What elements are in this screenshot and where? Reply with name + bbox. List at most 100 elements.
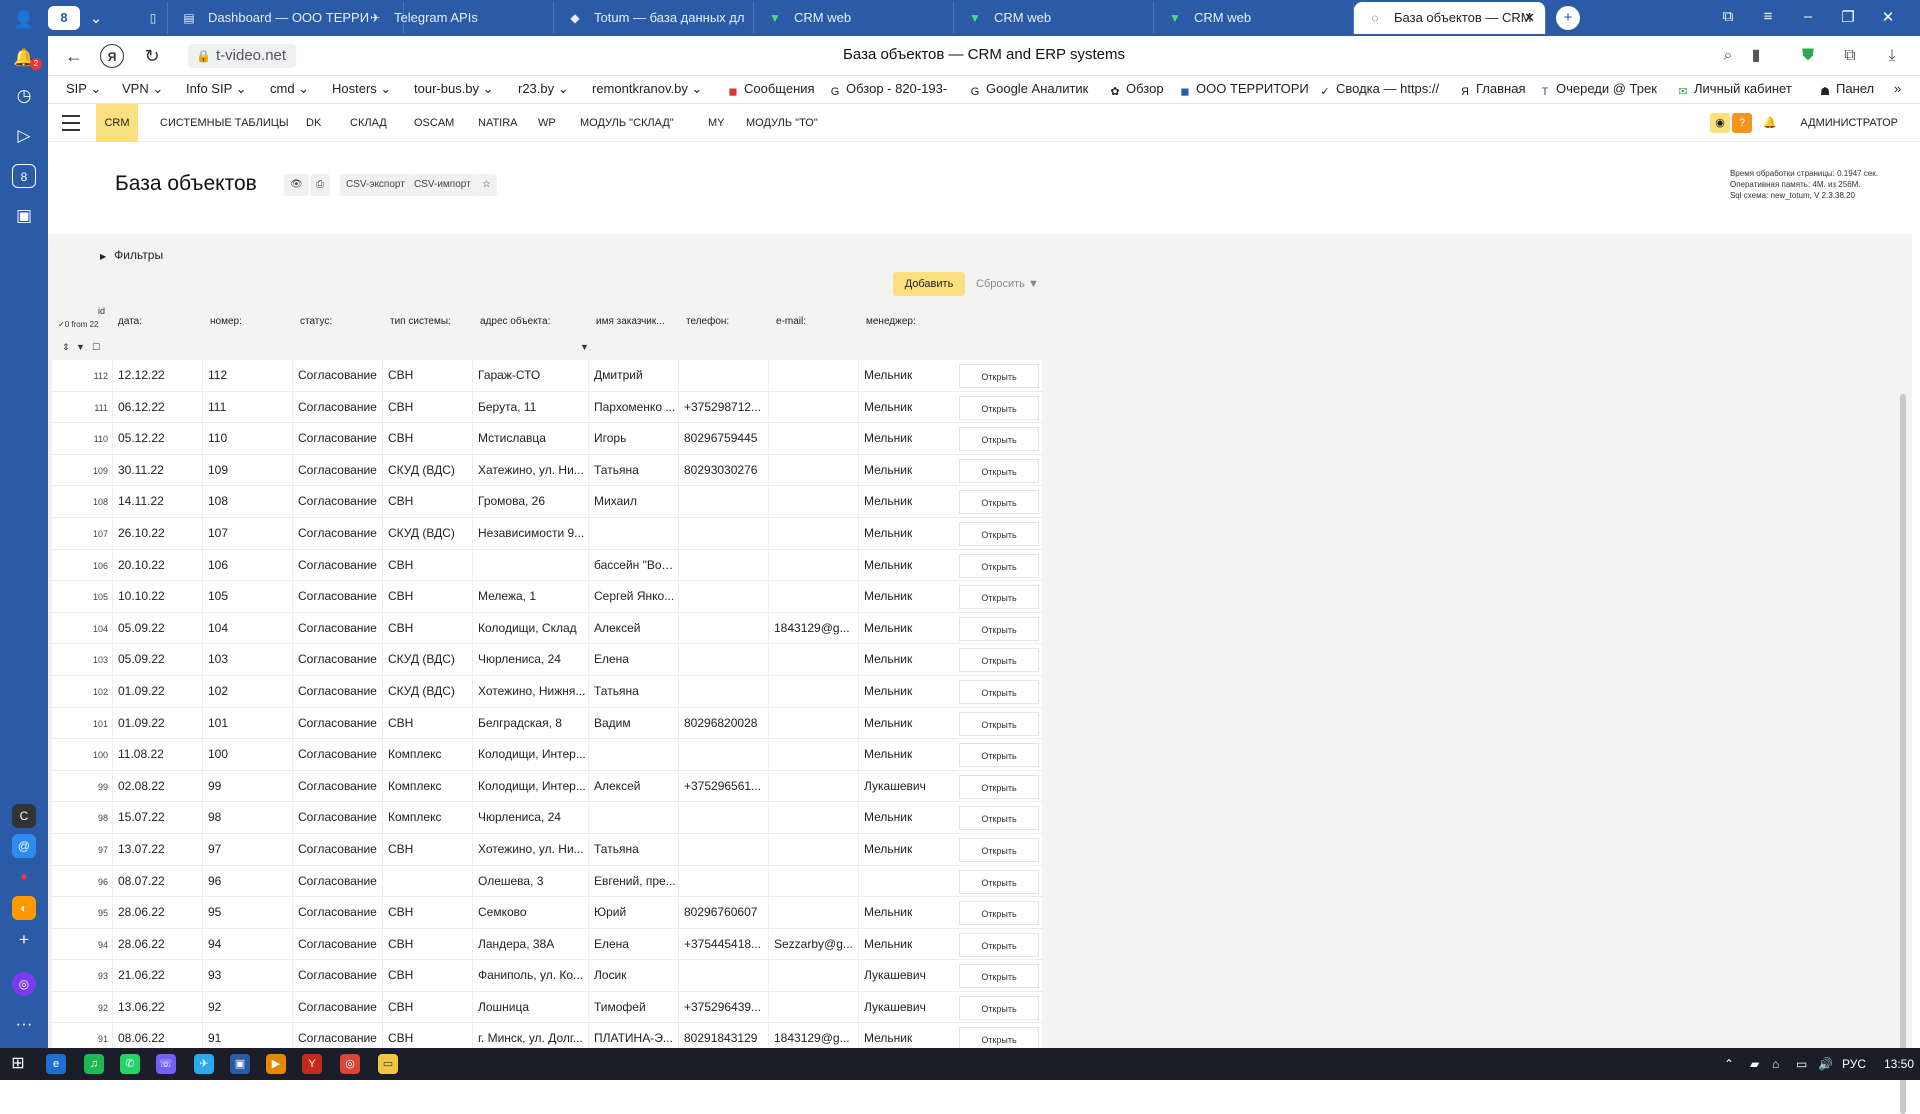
- cell-date[interactable]: 11.08.22: [112, 739, 202, 771]
- cell-status[interactable]: Согласование: [292, 486, 382, 518]
- cell-customer[interactable]: Дмитрий: [588, 360, 678, 391]
- mail-app-icon[interactable]: @: [12, 834, 36, 858]
- bookmark-link[interactable]: G Обзор - 820-193-: [828, 81, 947, 99]
- star-icon[interactable]: ☆: [476, 174, 497, 196]
- cell-email[interactable]: [768, 549, 858, 581]
- cell-date[interactable]: 12.12.22: [112, 360, 202, 391]
- cell-address[interactable]: Семково: [472, 897, 588, 929]
- cell-date[interactable]: 30.11.22: [112, 454, 202, 486]
- cell-number[interactable]: 104: [202, 612, 292, 644]
- open-button[interactable]: Открыть: [959, 395, 1039, 420]
- table-row[interactable]: 98 15.07.22 98 Согласование Комплекс Чюрленис…: [52, 802, 1042, 834]
- open-button[interactable]: Открыть: [959, 585, 1039, 610]
- volume-icon[interactable]: 🔊: [1818, 1048, 1833, 1080]
- yandex-icon[interactable]: Я: [100, 44, 124, 68]
- open-button[interactable]: Открыть: [959, 837, 1039, 862]
- add-button[interactable]: Добавить: [893, 272, 965, 296]
- extensions-icon[interactable]: ⧉: [1838, 44, 1862, 68]
- cell-number[interactable]: 107: [202, 517, 292, 549]
- screenshot-icon[interactable]: ▣: [12, 204, 36, 228]
- open-button[interactable]: Открыть: [959, 743, 1039, 768]
- language-indicator[interactable]: РУС: [1842, 1048, 1866, 1080]
- open-button[interactable]: Открыть: [959, 806, 1039, 831]
- cell-number[interactable]: 95: [202, 897, 292, 929]
- cell-system-type[interactable]: Комплекс: [382, 802, 472, 834]
- cell-manager[interactable]: Лукашевич: [858, 991, 948, 1023]
- cell-status[interactable]: Согласование: [292, 549, 382, 581]
- cell-status[interactable]: Согласование: [292, 423, 382, 455]
- open-button[interactable]: Открыть: [959, 995, 1039, 1020]
- menu-crm[interactable]: CRM: [96, 104, 138, 142]
- new-tab-button[interactable]: +: [1556, 6, 1580, 30]
- bookmark-link[interactable]: ◼ ООО ТЕРРИТОРИ: [1178, 81, 1308, 99]
- cell-number[interactable]: 100: [202, 739, 292, 771]
- cell-status[interactable]: Согласование: [292, 833, 382, 865]
- selection-counter[interactable]: ✓0 from 22: [58, 320, 99, 329]
- table-row[interactable]: 96 08.07.22 96 Согласование Олешева, 3 Евгени…: [52, 865, 1042, 898]
- clock[interactable]: 13:50: [1884, 1048, 1914, 1080]
- table-row[interactable]: 95 28.06.22 95 Согласование СВН Семково Юрий 80…: [52, 897, 1042, 929]
- menu-module-to[interactable]: МОДУЛЬ "ТО": [738, 104, 826, 142]
- bookmark-folder[interactable]: tour-bus.by ⌄: [414, 81, 494, 97]
- cell-number[interactable]: 103: [202, 644, 292, 676]
- filter-icon[interactable]: ▼: [76, 342, 85, 352]
- open-button[interactable]: Открыть: [959, 648, 1039, 673]
- maximize-icon[interactable]: ❐: [1838, 8, 1858, 26]
- cell-phone[interactable]: 80296820028: [678, 707, 768, 739]
- bookmark-icon[interactable]: ▮: [1744, 44, 1768, 68]
- menu-warehouse[interactable]: СКЛАД: [342, 104, 395, 142]
- header-email[interactable]: e-mail:: [776, 316, 806, 327]
- cell-customer[interactable]: Михаил: [588, 486, 678, 518]
- whatsapp-icon[interactable]: ✆: [120, 1054, 140, 1074]
- hamburger-icon[interactable]: [62, 115, 80, 131]
- cell-address[interactable]: Чюрлениса, 24: [472, 644, 588, 676]
- cell-status[interactable]: Согласование: [292, 739, 382, 771]
- chrome-icon[interactable]: ◎: [340, 1054, 360, 1074]
- close-tab-icon[interactable]: ✕: [1524, 2, 1535, 34]
- cell-manager[interactable]: Мельник: [858, 739, 948, 771]
- cell-email[interactable]: [768, 770, 858, 802]
- cell-email[interactable]: [768, 991, 858, 1023]
- cell-date[interactable]: 28.06.22: [112, 928, 202, 960]
- csv-import-button[interactable]: CSV-импорт: [408, 174, 477, 196]
- table-row[interactable]: 109 30.11.22 109 Согласование СКУД (ВДС) Хате…: [52, 454, 1042, 487]
- bookmark-folder[interactable]: r23.by ⌄: [518, 81, 569, 97]
- minimize-icon[interactable]: –: [1798, 8, 1818, 25]
- cell-date[interactable]: 10.10.22: [112, 581, 202, 613]
- cell-customer[interactable]: Игорь: [588, 423, 678, 455]
- cell-address[interactable]: Чюрлениса, 24: [472, 802, 588, 834]
- cell-phone[interactable]: [678, 865, 768, 897]
- open-button[interactable]: Открыть: [959, 932, 1039, 957]
- telegram-task-icon[interactable]: ✈: [194, 1054, 214, 1074]
- cell-manager[interactable]: Мельник: [858, 423, 948, 455]
- cell-system-type[interactable]: СВН: [382, 391, 472, 423]
- cell-customer[interactable]: Пархоменко ...: [588, 391, 678, 423]
- checkbox-icon[interactable]: ☐: [92, 342, 100, 353]
- reload-icon[interactable]: ↻: [140, 44, 164, 68]
- cell-manager[interactable]: Мельник: [858, 644, 948, 676]
- cell-system-type[interactable]: СКУД (ВДС): [382, 644, 472, 676]
- cell-date[interactable]: 08.07.22: [112, 865, 202, 897]
- cell-date[interactable]: 28.06.22: [112, 897, 202, 929]
- cell-system-type[interactable]: СВН: [382, 486, 472, 518]
- table-row[interactable]: 103 05.09.22 103 Согласование СКУД (ВДС) Чюрл…: [52, 644, 1042, 676]
- cell-email[interactable]: [768, 517, 858, 549]
- header-date[interactable]: дата:: [118, 316, 142, 327]
- viber-icon[interactable]: ☏: [156, 1054, 176, 1074]
- cell-system-type[interactable]: СВН: [382, 549, 472, 581]
- scrollbar[interactable]: [1900, 394, 1906, 1114]
- cell-email[interactable]: [768, 423, 858, 455]
- cell-date[interactable]: 01.09.22: [112, 675, 202, 707]
- cell-customer[interactable]: Вадим: [588, 707, 678, 739]
- history-icon[interactable]: ◷: [12, 84, 36, 108]
- cell-phone[interactable]: [678, 833, 768, 865]
- cell-address[interactable]: Берута, 11: [472, 391, 588, 423]
- cell-manager[interactable]: Мельник: [858, 928, 948, 960]
- shield-icon[interactable]: ⛊: [1796, 44, 1820, 68]
- cell-number[interactable]: 111: [202, 391, 292, 423]
- cell-phone[interactable]: +375445418...: [678, 928, 768, 960]
- cell-status[interactable]: Согласование: [292, 675, 382, 707]
- cell-date[interactable]: 02.08.22: [112, 770, 202, 802]
- cell-system-type[interactable]: СВН: [382, 612, 472, 644]
- cell-system-type[interactable]: [382, 865, 472, 897]
